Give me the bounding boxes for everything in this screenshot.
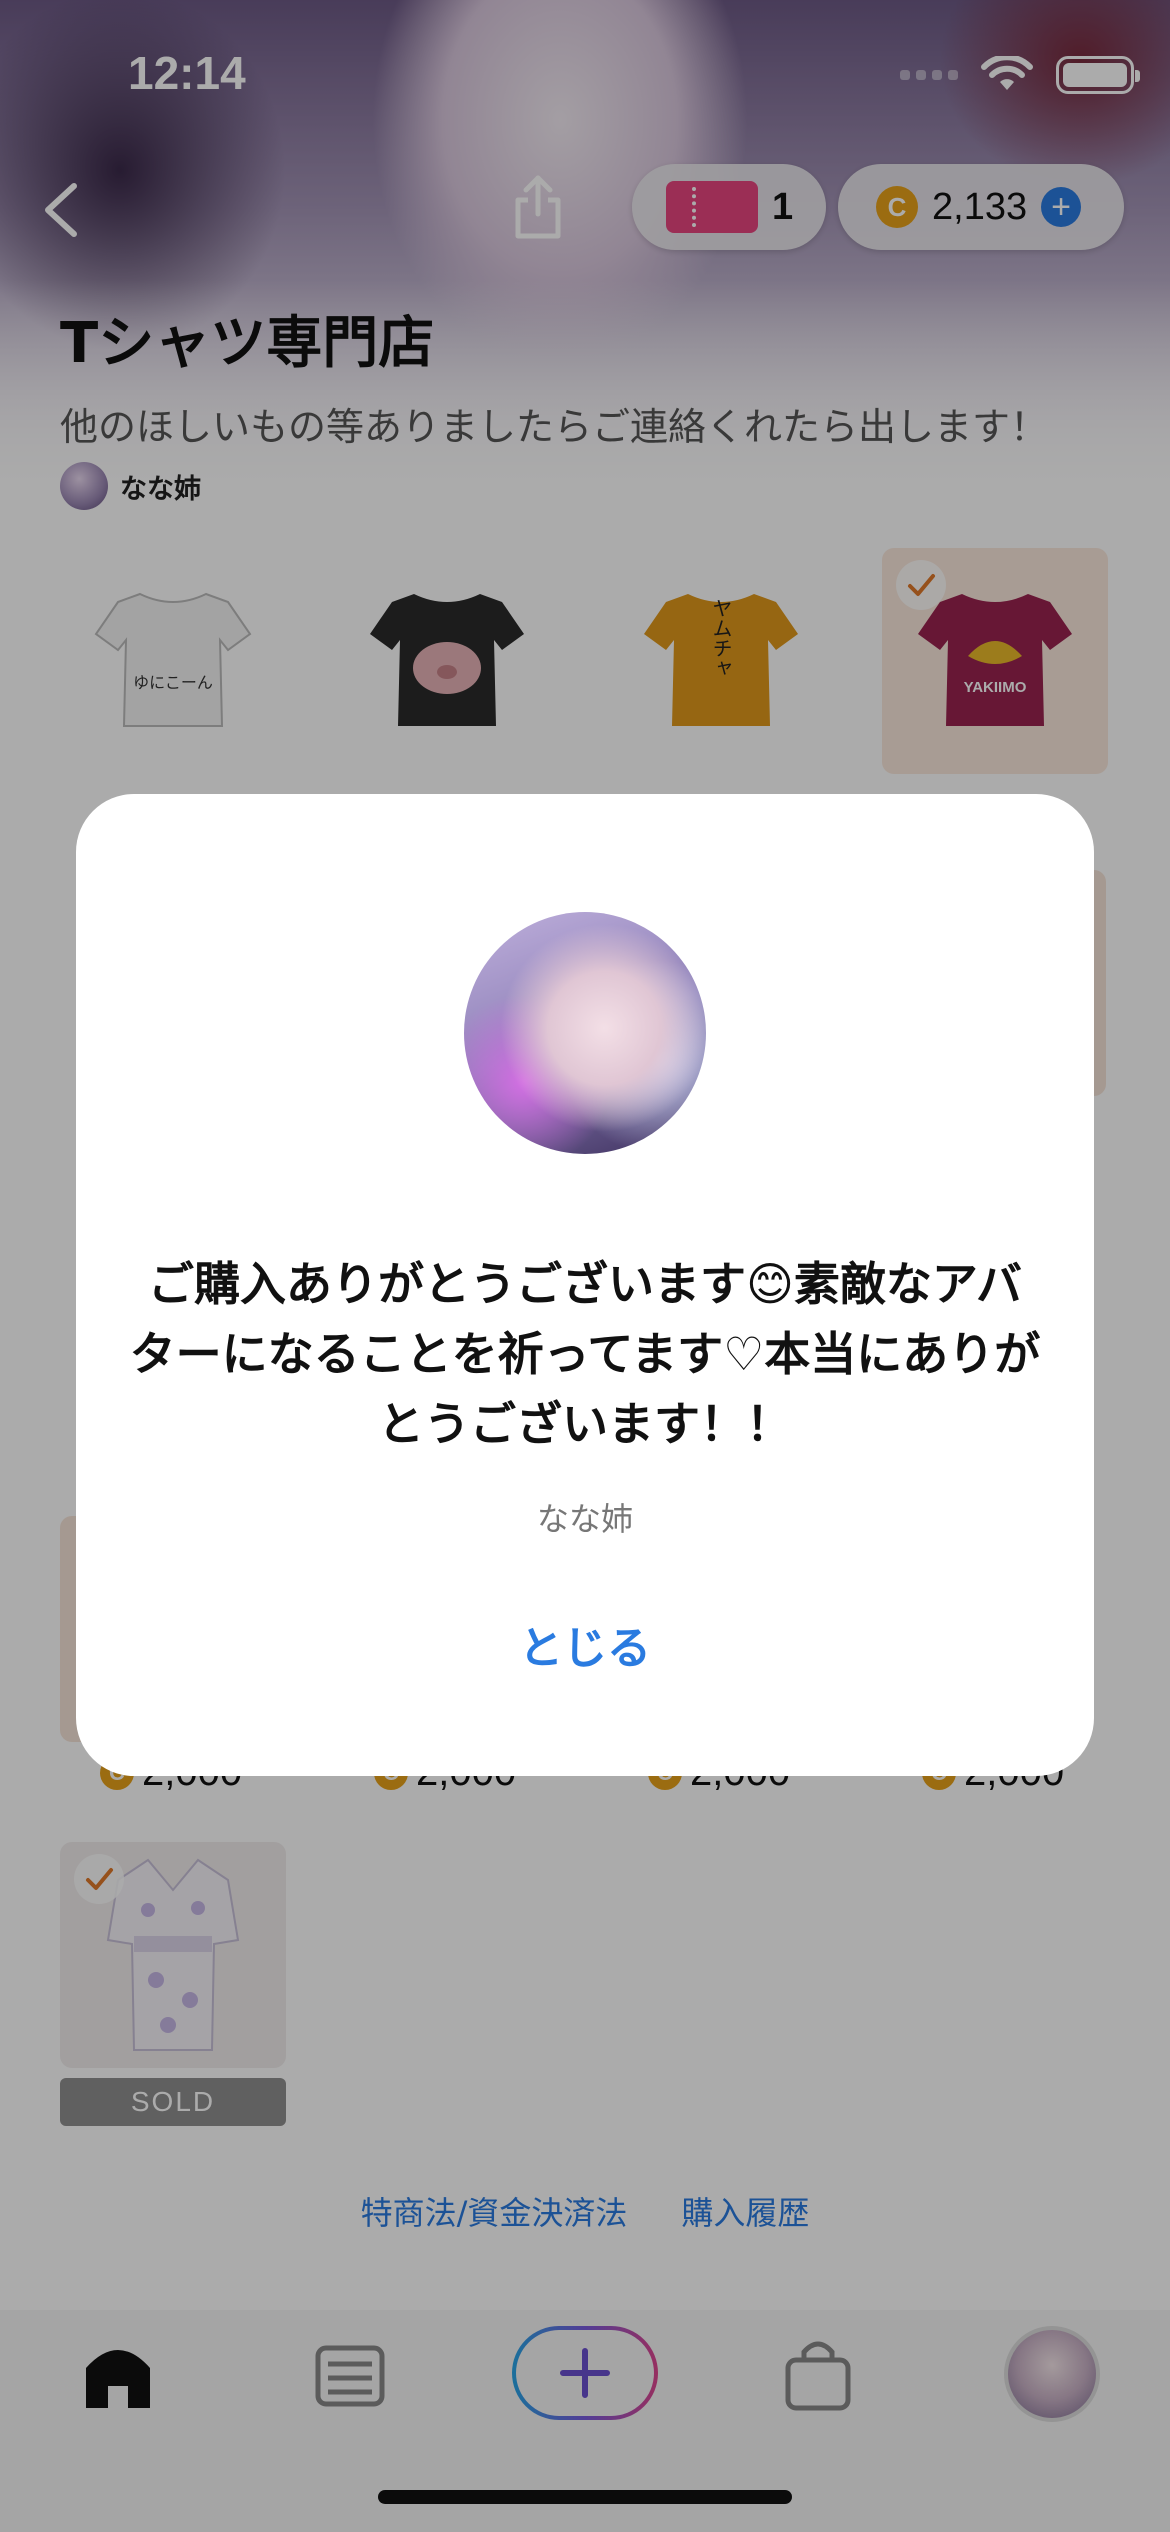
thank-you-modal: ご購入ありがとうございます😊素敵なアバターになることを祈ってます♡本当にありがと… (76, 794, 1094, 1776)
shop-page: 12:14 1 C 2,133 + Tシャツ専門店 他のほしいもの等ありましたら… (0, 0, 1170, 2532)
message-author: なな姉 (536, 1500, 633, 1538)
thank-you-message: ご購入ありがとうございます😊素敵なアバターになることを祈ってます♡本当にありがと… (129, 1257, 1041, 1451)
seller-avatar (464, 912, 706, 1154)
close-button[interactable]: とじる (76, 1612, 1094, 1676)
